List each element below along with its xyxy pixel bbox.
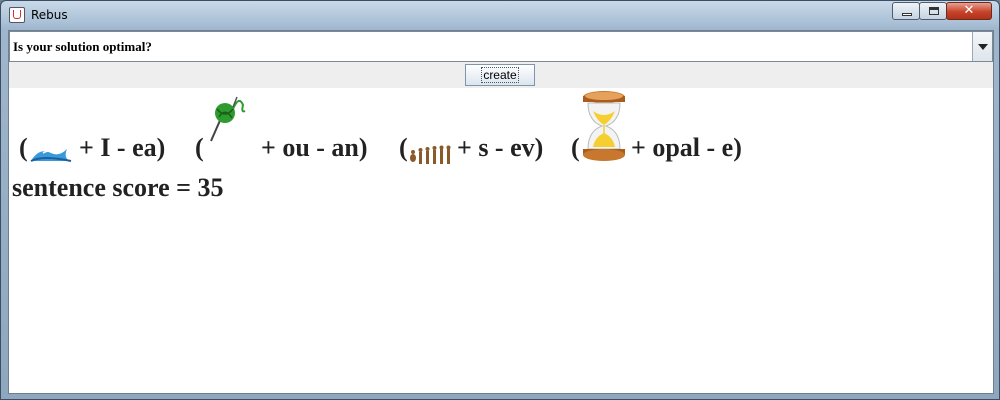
evolution-icon — [410, 145, 451, 164]
sentence-score: sentence score = 35 — [12, 173, 224, 202]
window-title: Rebus — [31, 8, 68, 22]
toolbar: create — [9, 62, 993, 88]
rebus-paren-2: ( — [195, 133, 204, 162]
rebus-text-2: + ou - an) — [261, 133, 368, 162]
sentence-combo-box[interactable]: Is your solution optimal? — [9, 31, 993, 62]
rebus-display: ( + I - ea) ( + ou - an) (+ s - ev) (+… — [19, 91, 989, 164]
rebus-text-4: + opal - e) — [631, 133, 742, 162]
rebus-text-3: + s - ev) — [457, 133, 544, 162]
rebus-paren-4: ( — [571, 133, 580, 162]
yarn-ball-icon — [210, 96, 246, 142]
maximize-button[interactable] — [919, 2, 947, 20]
hourglass-icon — [583, 91, 625, 161]
title-bar[interactable]: Rebus ✕ — [1, 1, 999, 29]
close-button[interactable]: ✕ — [946, 2, 992, 20]
maximize-icon — [929, 7, 939, 15]
app-window: Rebus ✕ Is your solution optimal? create… — [0, 0, 1000, 400]
client-area: Is your solution optimal? create ( + I -… — [8, 30, 994, 394]
rebus-paren-1: ( — [19, 133, 28, 162]
wave-icon — [30, 149, 72, 162]
chevron-down-icon[interactable] — [972, 32, 992, 61]
close-icon: ✕ — [963, 3, 975, 18]
create-button-label: create — [481, 67, 519, 83]
rebus-paren-3: ( — [399, 133, 408, 162]
minimize-button[interactable] — [892, 2, 920, 20]
minimize-icon — [902, 13, 912, 16]
create-button[interactable]: create — [465, 64, 535, 86]
combo-selected-value: Is your solution optimal? — [13, 39, 152, 54]
rebus-text-1: + I - ea) — [79, 133, 166, 162]
java-app-icon — [9, 7, 25, 23]
